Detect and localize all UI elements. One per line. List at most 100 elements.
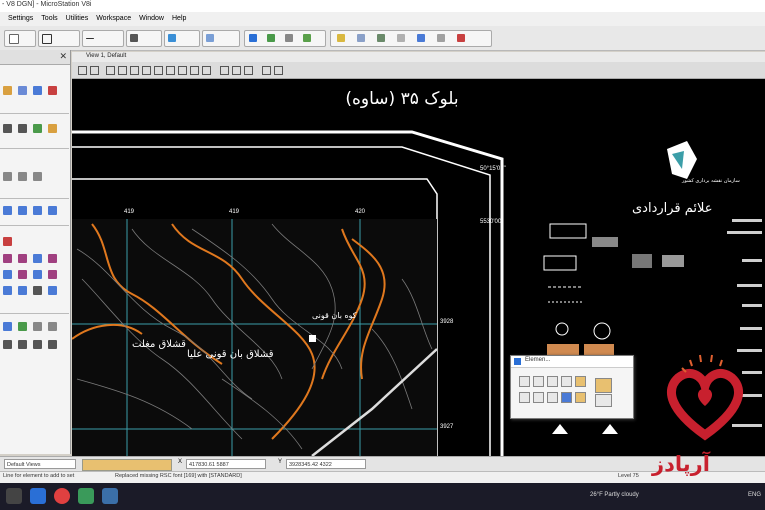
- standard-tools[interactable]: [244, 30, 326, 47]
- circle-icon[interactable]: [3, 172, 12, 181]
- line-style-dropdown[interactable]: [82, 30, 124, 47]
- scale-icon[interactable]: [33, 206, 42, 215]
- camera-icon[interactable]: [262, 66, 271, 75]
- clip-volume-icon[interactable]: [232, 66, 241, 75]
- polygon-icon[interactable]: [33, 172, 42, 181]
- element-info-icon[interactable]: [18, 86, 27, 95]
- language-indicator[interactable]: ENG: [748, 492, 761, 498]
- select-line-icon[interactable]: [575, 376, 586, 387]
- priority-dropdown[interactable]: [202, 30, 240, 47]
- next-view-icon[interactable]: [202, 66, 211, 75]
- selection-arrow-icon[interactable]: [519, 376, 530, 387]
- array-icon[interactable]: [33, 270, 42, 279]
- word-icon[interactable]: [30, 488, 46, 504]
- weight-dropdown[interactable]: [126, 30, 162, 47]
- subtract-selection-icon[interactable]: [547, 392, 558, 403]
- selection-mode-icon[interactable]: [595, 378, 612, 393]
- select-circle-icon[interactable]: [561, 376, 572, 387]
- extend-icon[interactable]: [3, 254, 12, 263]
- fence-icon[interactable]: [33, 86, 42, 95]
- close-icon[interactable]: ✕: [59, 51, 67, 62]
- tag-icon[interactable]: [18, 340, 27, 349]
- modify-icon[interactable]: [33, 254, 42, 263]
- new-selection-icon[interactable]: [519, 392, 530, 403]
- key-icon: [337, 34, 345, 42]
- fit-view-icon[interactable]: [154, 66, 163, 75]
- file-explorer-icon[interactable]: [6, 488, 22, 504]
- grid-label: 50°15'00": [480, 166, 506, 172]
- rotate-icon[interactable]: [48, 206, 57, 215]
- break-icon[interactable]: [18, 254, 27, 263]
- menu-help[interactable]: Help: [172, 12, 186, 26]
- drop-icon[interactable]: [33, 286, 42, 295]
- y-coordinate-field[interactable]: 3928345.42 4322: [286, 459, 366, 469]
- stretch-icon[interactable]: [18, 270, 27, 279]
- menu-utilities[interactable]: Utilities: [66, 12, 89, 26]
- window-area-icon[interactable]: [142, 66, 151, 75]
- taskbar: 26°F Partly cloudy ENG: [0, 483, 765, 510]
- menu-workspace[interactable]: Workspace: [96, 12, 131, 26]
- text-icon[interactable]: [3, 322, 12, 331]
- place-smartline-icon[interactable]: [18, 124, 27, 133]
- attributes-toolbar: [0, 26, 765, 51]
- move-icon[interactable]: [18, 206, 27, 215]
- menu-window[interactable]: Window: [139, 12, 164, 26]
- lock-icon[interactable]: [48, 286, 57, 295]
- mirror-icon[interactable]: [48, 270, 57, 279]
- group-icon[interactable]: [3, 286, 12, 295]
- clear-selection-icon[interactable]: [575, 392, 586, 403]
- excel-icon[interactable]: [78, 488, 94, 504]
- zoom-out-icon[interactable]: [130, 66, 139, 75]
- color-dropdown[interactable]: [4, 30, 36, 47]
- select-shape-icon[interactable]: [547, 376, 558, 387]
- weather-widget[interactable]: 26°F Partly cloudy: [590, 492, 639, 498]
- note-icon[interactable]: [18, 322, 27, 331]
- save-icon: [285, 34, 293, 42]
- update-icon[interactable]: [106, 66, 115, 75]
- zoom-in-icon[interactable]: [118, 66, 127, 75]
- element-selection-icon[interactable]: [3, 86, 12, 95]
- menu-tools[interactable]: Tools: [41, 12, 57, 26]
- copy-view-icon[interactable]: [220, 66, 229, 75]
- ungroup-icon[interactable]: [18, 286, 27, 295]
- select-rectangle-icon[interactable]: [533, 376, 544, 387]
- ellipse-icon[interactable]: [18, 172, 27, 181]
- view-buttons[interactable]: [82, 459, 172, 471]
- microstation-icon[interactable]: [102, 488, 118, 504]
- standard-views-icon[interactable]: [274, 66, 283, 75]
- grid-label: 419: [124, 209, 135, 215]
- invert-selection-icon[interactable]: [561, 392, 572, 403]
- hatch-icon[interactable]: [33, 340, 42, 349]
- previous-view-icon[interactable]: [190, 66, 199, 75]
- pan-icon[interactable]: [178, 66, 187, 75]
- rotate-view-icon[interactable]: [166, 66, 175, 75]
- level-dropdown[interactable]: [38, 30, 80, 47]
- fillet-icon[interactable]: [48, 254, 57, 263]
- chrome-icon[interactable]: [54, 488, 70, 504]
- clip-mask-icon[interactable]: [244, 66, 253, 75]
- tool-icons[interactable]: [330, 30, 492, 47]
- tool-row: [0, 170, 69, 184]
- display-style-icon[interactable]: [90, 66, 99, 75]
- add-selection-icon[interactable]: [533, 392, 544, 403]
- trim-icon[interactable]: [3, 237, 12, 246]
- arc-icon[interactable]: [33, 124, 42, 133]
- delete-icon[interactable]: [48, 86, 57, 95]
- line-style-icon: [86, 38, 94, 39]
- dimension-icon[interactable]: [48, 124, 57, 133]
- tool-row: [0, 235, 69, 249]
- copy-icon[interactable]: [3, 206, 12, 215]
- views-dropdown[interactable]: Default Views: [4, 459, 76, 469]
- point-icon[interactable]: [3, 340, 12, 349]
- x-coordinate-field[interactable]: 417830.61 5887: [186, 459, 266, 469]
- cell-icon[interactable]: [33, 322, 42, 331]
- menu-settings[interactable]: Settings: [8, 12, 33, 26]
- place-line-icon[interactable]: [3, 124, 12, 133]
- transparency-dropdown[interactable]: [164, 30, 200, 47]
- view-attributes-icon[interactable]: [78, 66, 87, 75]
- align-icon[interactable]: [3, 270, 12, 279]
- table-icon[interactable]: [48, 340, 57, 349]
- priority-icon: [206, 34, 214, 42]
- settings-icon[interactable]: [595, 394, 612, 407]
- pattern-icon[interactable]: [48, 322, 57, 331]
